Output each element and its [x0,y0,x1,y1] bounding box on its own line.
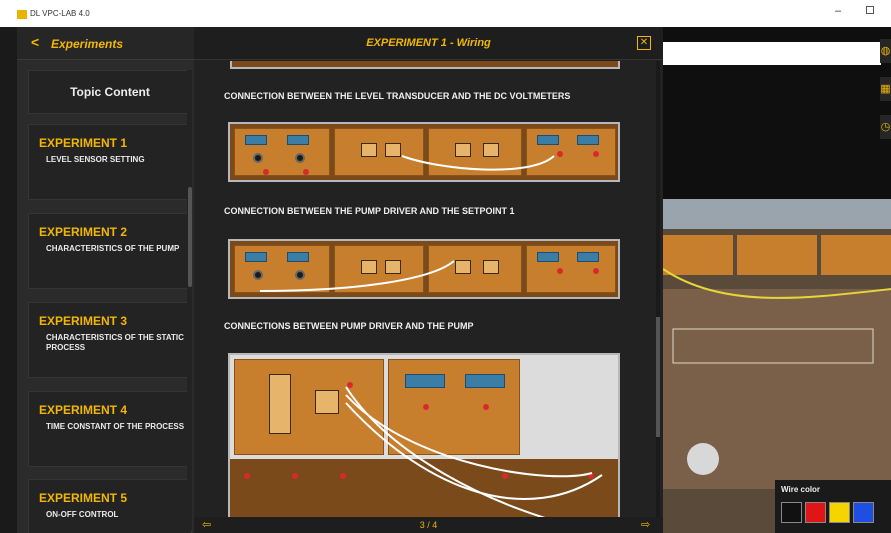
experiment-title: EXPERIMENT 3 [39,314,128,328]
sidebar-header: < Experiments [17,27,194,60]
viewport-top-bar [663,42,881,65]
content-scrollbar-thumb[interactable] [656,317,660,437]
clock-icon[interactable]: ◷ [880,115,891,139]
app-logo-icon [17,10,27,19]
experiment-4-item[interactable]: EXPERIMENT 4 TIME CONSTANT OF THE PROCES… [28,391,192,467]
wire-color-picker: Wire color [775,480,891,533]
experiment-subtitle: ON-OFF CONTROL [46,510,119,519]
topic-content-label: Topic Content [70,85,150,99]
experiment-subtitle: CHARACTERISTICS OF THE PUMP [46,244,180,253]
back-icon[interactable]: < [31,34,39,50]
experiment-title: EXPERIMENT 2 [39,225,128,239]
wiring-image-pump [228,353,620,517]
topic-content-button[interactable]: Topic Content [28,70,192,114]
experiment-subtitle: TIME CONSTANT OF THE PROCESS [46,422,185,431]
pagination-bar: ⇦ 3 / 4 ⇨ [194,517,663,533]
page-indicator: 3 / 4 [419,520,438,530]
experiment-subtitle: LEVEL SENSOR SETTING [46,155,145,164]
wire-lines [259,260,455,292]
wiring-image-level-transducer [228,122,620,182]
panel-header: EXPERIMENT 1 - Wiring ✕ [194,27,663,60]
wire-color-yellow[interactable] [829,502,850,523]
experiment-title: EXPERIMENT 5 [39,491,128,505]
experiment-subtitle: CHARACTERISTICS OF THE STATIC PROCESS [46,333,184,352]
panel-title: EXPERIMENT 1 - Wiring [366,37,491,49]
wire-lines [345,386,603,517]
wiring-image-pump-driver [228,239,620,299]
experiment-5-item[interactable]: EXPERIMENT 5 ON-OFF CONTROL [28,479,192,533]
next-page-icon[interactable]: ⇨ [641,518,650,531]
globe-icon[interactable]: ◍ [880,39,891,63]
minimize-button[interactable]: – [835,5,841,17]
sidebar-scrollbar-track[interactable] [187,70,192,530]
wire-color-red[interactable] [805,502,826,523]
lab-3d-viewport[interactable]: ◍ ▦ ◷ Wire color [663,27,891,533]
experiments-sidebar: < Experiments Topic Content EXPERIMENT 1… [17,27,194,533]
content-scrollbar-track[interactable] [656,61,660,517]
maximize-button[interactable] [866,6,874,14]
window-title: DL VPC-LAB 4.0 [30,9,90,18]
wire-color-blue[interactable] [853,502,874,523]
wire-color-black[interactable] [781,502,802,523]
sidebar-title[interactable]: Experiments [51,37,123,51]
sidebar-scrollbar-thumb[interactable] [188,187,192,287]
close-panel-button[interactable]: ✕ [637,36,651,50]
wire-lines [401,155,555,171]
wiring-panel: EXPERIMENT 1 - Wiring ✕ CONNECTION BETWE… [194,27,663,533]
section-label: CONNECTIONS BETWEEN PUMP DRIVER AND THE … [224,321,474,331]
title-bar: DL VPC-LAB 4.0 – [0,0,891,27]
wiring-content: CONNECTION BETWEEN THE LEVEL TRANSDUCER … [194,61,663,517]
section-label: CONNECTION BETWEEN THE PUMP DRIVER AND T… [224,206,515,216]
wiring-image-partial [230,61,620,69]
grid-icon[interactable]: ▦ [880,77,891,101]
experiment-2-item[interactable]: EXPERIMENT 2 CHARACTERISTICS OF THE PUMP [28,213,192,289]
section-label: CONNECTION BETWEEN THE LEVEL TRANSDUCER … [224,91,571,101]
experiment-title: EXPERIMENT 1 [39,136,128,150]
panel-frame [663,199,891,229]
wire-color-label: Wire color [781,485,821,494]
experiment-title: EXPERIMENT 4 [39,403,128,417]
experiment-1-item[interactable]: EXPERIMENT 1 LEVEL SENSOR SETTING [28,124,192,200]
experiment-3-item[interactable]: EXPERIMENT 3 CHARACTERISTICS OF THE STAT… [28,302,192,378]
